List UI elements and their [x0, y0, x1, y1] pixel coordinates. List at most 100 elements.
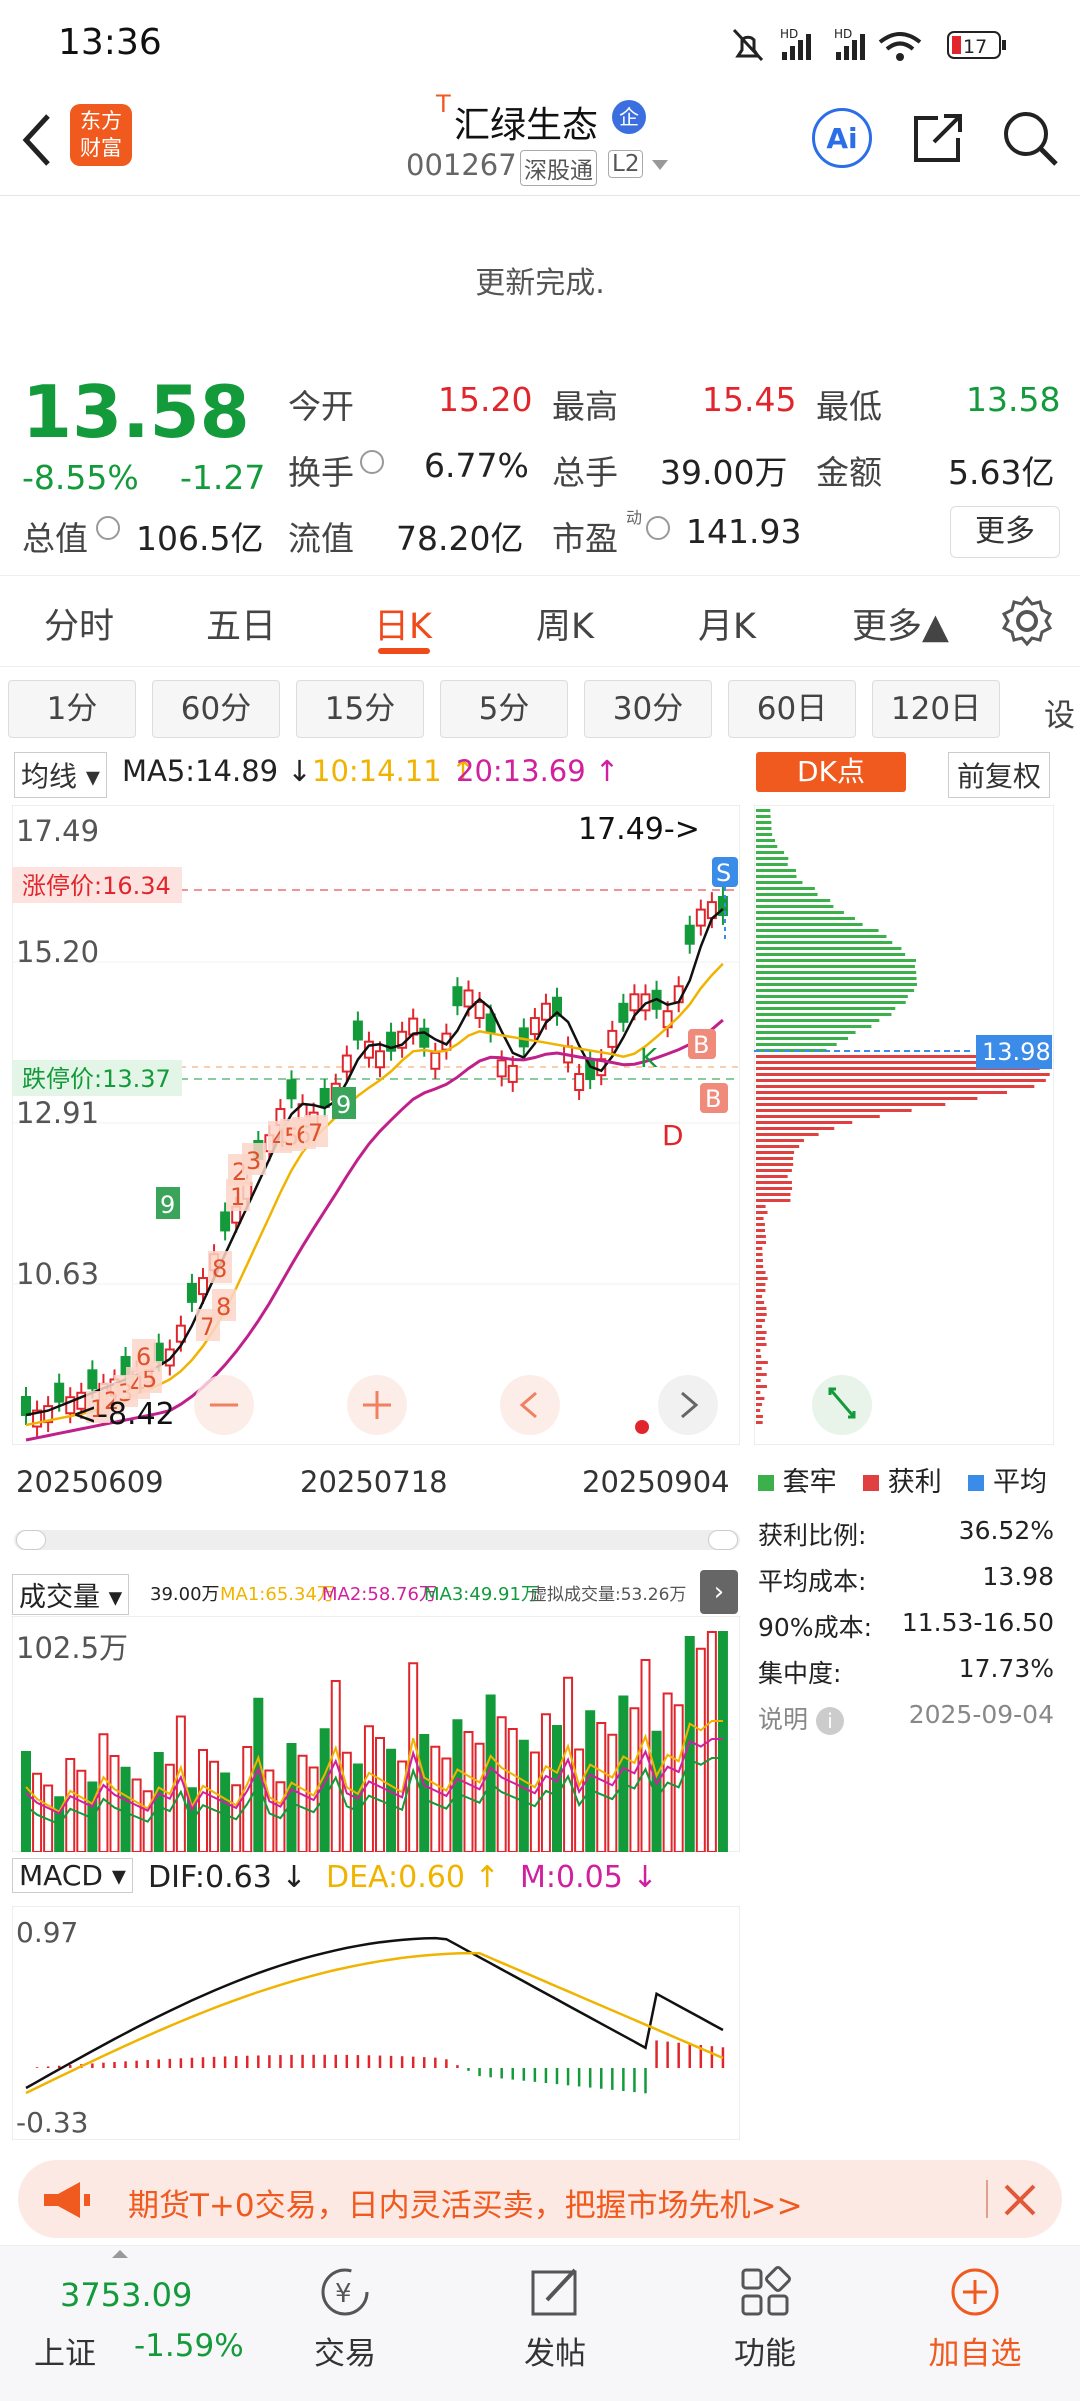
- nav-functions[interactable]: 功能: [720, 2264, 810, 2373]
- tab-five-day[interactable]: 五日: [206, 598, 276, 649]
- back-icon[interactable]: [18, 110, 58, 170]
- macd-selector[interactable]: MACD ▾: [12, 1858, 133, 1893]
- candle: [199, 1278, 207, 1294]
- volume-chart[interactable]: 102.5万: [12, 1616, 740, 1852]
- svg-text:¥: ¥: [335, 2279, 352, 2309]
- nav-post-label: 发帖: [510, 2328, 600, 2373]
- volume-selector-label: 成交量: [19, 1582, 100, 1613]
- info-icon[interactable]: [360, 450, 384, 474]
- chip-note[interactable]: 说明: [758, 1705, 808, 1734]
- candle: [354, 1022, 362, 1040]
- tab-intraday[interactable]: 分时: [44, 598, 114, 649]
- period-60min[interactable]: 60分: [152, 680, 280, 738]
- banner-divider: [986, 2180, 988, 2218]
- ma10-value: 10:14.11 ↑: [312, 754, 475, 788]
- chip-note-row: 说明 i 2025-09-04: [758, 1700, 1054, 1746]
- ma-selector[interactable]: 均线 ▾: [14, 752, 107, 798]
- chip-bar: [756, 935, 886, 938]
- volume-ma3: MA3:49.91万: [424, 1580, 539, 1606]
- limit-up-label: 涨停价:16.34: [22, 872, 171, 900]
- chip-bar: [756, 965, 915, 968]
- chip-bar: [756, 875, 796, 878]
- macd-dea: DEA:0.60 ↑: [326, 1860, 500, 1895]
- adjust-button[interactable]: 前复权: [948, 752, 1050, 798]
- tab-daily-k[interactable]: 日K: [374, 598, 432, 649]
- ma-legend: 均线 ▾ MA5:14.89 ↓ 10:14.11 ↑ 20:13.69 ↑ D…: [0, 752, 1080, 802]
- limit-down-label: 跌停价:13.37: [22, 1065, 171, 1093]
- date-mid: 20250718: [300, 1465, 448, 1499]
- chip-bar: [756, 1121, 852, 1124]
- tab-more[interactable]: 更多▲: [852, 598, 949, 649]
- expand-panel-button[interactable]: ›: [700, 1570, 738, 1614]
- app-logo[interactable]: 东方 财富: [70, 104, 132, 166]
- period-120day[interactable]: 120日: [872, 680, 1000, 738]
- promo-text: 期货T+0交易，日内灵活买卖，把握市场先机>>: [128, 2180, 803, 2225]
- stat-value: 17.73%: [959, 1654, 1054, 1683]
- promo-banner[interactable]: 期货T+0交易，日内灵活买卖，把握市场先机>>: [18, 2160, 1062, 2238]
- volume-selector[interactable]: 成交量 ▾: [12, 1574, 129, 1615]
- tab-weekly-k[interactable]: 周K: [536, 598, 594, 649]
- chip-bar: [756, 1295, 762, 1298]
- close-icon[interactable]: [1002, 2182, 1038, 2218]
- chip-bar: [756, 995, 908, 998]
- candle: [453, 987, 461, 1005]
- macd-chart[interactable]: 0.97 -0.33: [12, 1906, 740, 2140]
- tab-monthly-k[interactable]: 月K: [698, 598, 756, 649]
- grid-icon: [737, 2264, 793, 2320]
- chip-bar: [756, 1043, 837, 1046]
- sequence-label: 7: [308, 1119, 323, 1147]
- info-icon[interactable]: [646, 516, 670, 540]
- dk-point-button[interactable]: DK点: [756, 752, 906, 792]
- more-button[interactable]: 更多: [950, 506, 1060, 558]
- max-note: 17.49->: [578, 812, 700, 847]
- chip-bar: [756, 1403, 762, 1406]
- chip-bar: [756, 1085, 1034, 1088]
- period-15min[interactable]: 15分: [296, 680, 424, 738]
- index-value[interactable]: 3753.09: [60, 2276, 192, 2314]
- chip-distribution-chart[interactable]: 13.98: [754, 805, 1054, 1445]
- scroll-handle-right[interactable]: [708, 1530, 738, 1550]
- info-icon[interactable]: [96, 516, 120, 540]
- chip-bar: [756, 1409, 760, 1412]
- volume-bar: [542, 1714, 550, 1852]
- share-icon[interactable]: [908, 108, 968, 168]
- status-icons: HD HD 17: [732, 26, 1022, 66]
- chip-bar: [756, 1193, 790, 1196]
- nav-post[interactable]: 发帖: [510, 2264, 600, 2373]
- chip-bar: [756, 905, 833, 908]
- chip-bar: [756, 1367, 762, 1370]
- stat-label: 集中度:: [758, 1659, 841, 1688]
- chip-bar: [756, 899, 830, 902]
- nav-trade[interactable]: ¥ 交易: [300, 2264, 390, 2373]
- scroll-handle-left[interactable]: [16, 1530, 46, 1550]
- search-icon[interactable]: [1000, 108, 1062, 170]
- nav-add-watchlist[interactable]: 加自选: [920, 2264, 1030, 2373]
- index-name[interactable]: 上证: [34, 2328, 96, 2373]
- period-5min[interactable]: 5分: [440, 680, 568, 738]
- period-1min[interactable]: 1分: [8, 680, 136, 738]
- period-60day[interactable]: 60日: [728, 680, 856, 738]
- chevron-down-icon[interactable]: [650, 158, 670, 172]
- candle: [575, 1074, 583, 1090]
- turnover-label: 换手: [288, 446, 354, 494]
- chip-bar: [756, 989, 914, 992]
- volume-label: 总手: [552, 446, 618, 494]
- range-scrollbar[interactable]: [14, 1530, 740, 1550]
- chip-bar: [756, 1313, 767, 1316]
- stat-row: 获利比例: 36.52%: [758, 1516, 1054, 1562]
- period-settings[interactable]: 设: [1044, 690, 1075, 735]
- candle: [509, 1066, 517, 1082]
- ma5-value: MA5:14.89 ↓: [122, 754, 312, 788]
- kline-chart[interactable]: 123456789 123456789 涨停价:16.34 跌停价:13.37 1…: [12, 805, 740, 1445]
- gear-icon[interactable]: [1000, 594, 1054, 648]
- low-label: 最低: [816, 380, 882, 428]
- turnover-value: 6.77%: [424, 446, 529, 485]
- period-30min[interactable]: 30分: [584, 680, 712, 738]
- stock-name[interactable]: 汇绿生态: [454, 96, 598, 148]
- info-icon[interactable]: i: [816, 1707, 844, 1735]
- ai-button[interactable]: Ai: [812, 108, 872, 168]
- chip-bar: [756, 1091, 1007, 1094]
- chip-bar: [756, 1025, 871, 1028]
- volume-bar: [66, 1759, 74, 1852]
- candle: [542, 1004, 550, 1020]
